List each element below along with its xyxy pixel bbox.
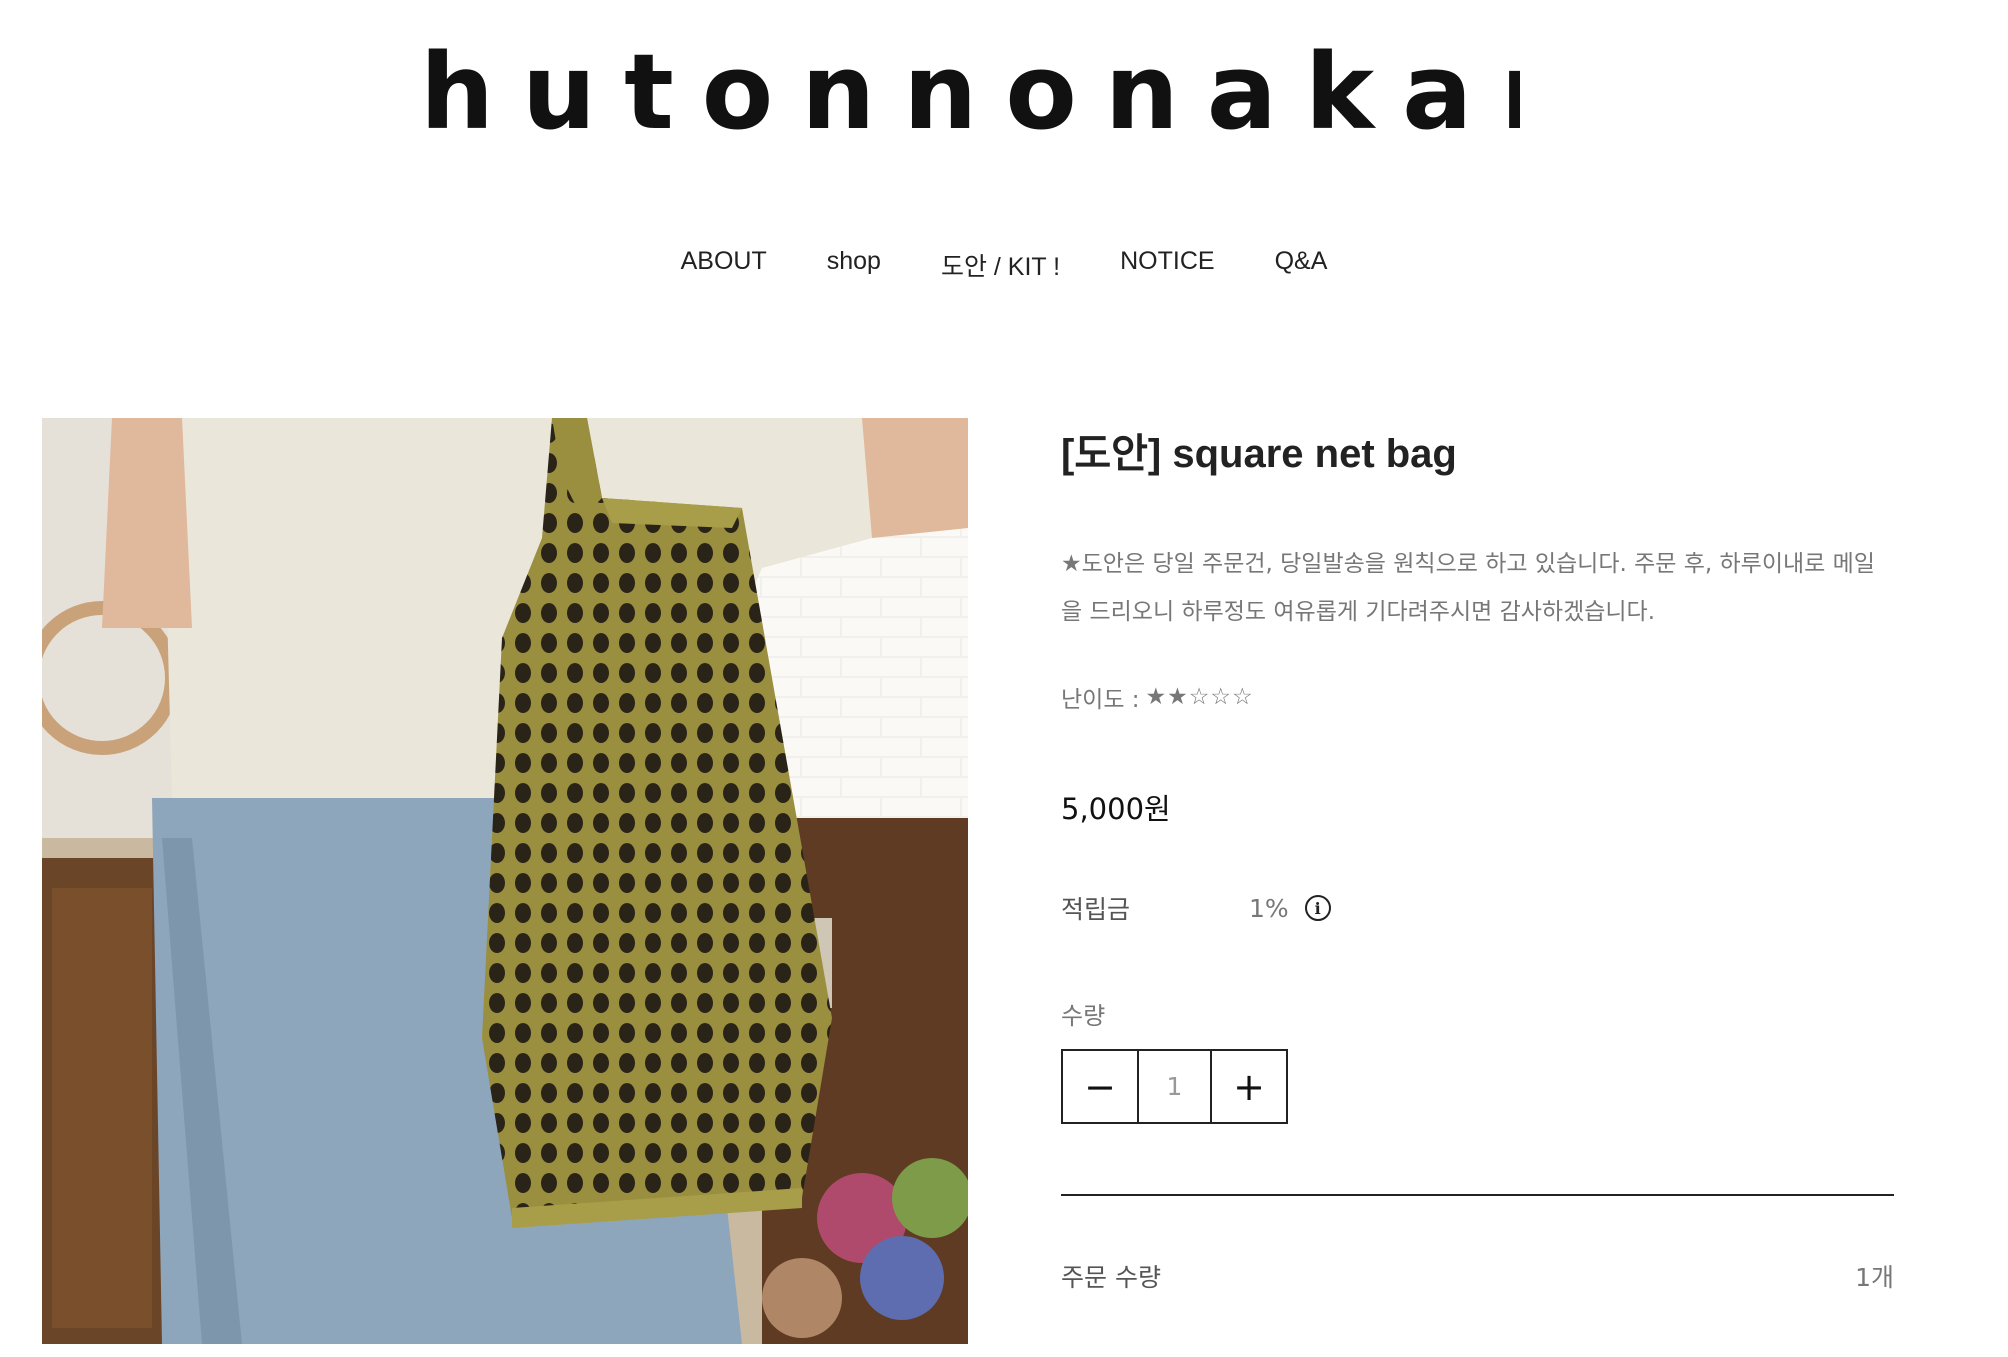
points-value: 1%	[1249, 893, 1289, 923]
quantity-input[interactable]: 1	[1137, 1051, 1212, 1122]
difficulty-label: 난이도 :	[1061, 687, 1140, 713]
nav-item-qna[interactable]: Q&A	[1245, 247, 1358, 283]
product-image[interactable]	[42, 418, 968, 1344]
nav-item-pattern-kit[interactable]: 도안 / KIT !	[911, 247, 1090, 283]
product-price: 5,000원	[1061, 792, 1171, 826]
points-row: 적립금 1% i	[1061, 890, 1894, 926]
divider	[1061, 1194, 1894, 1196]
brand-logo-text: hutonnonakanineko	[420, 40, 1520, 150]
order-quantity-row: 주문 수량 1개	[1061, 1258, 1894, 1294]
nav-item-shop[interactable]: shop	[797, 247, 911, 283]
product-photo-icon	[42, 418, 968, 1344]
points-label: 적립금	[1061, 895, 1131, 924]
quantity-stepper: − 1 +	[1061, 1049, 1288, 1124]
star-rating-icon: ★★☆☆☆	[1145, 684, 1254, 710]
decrease-quantity-button[interactable]: −	[1063, 1051, 1137, 1122]
quantity-label: 수량	[1061, 1002, 1106, 1030]
product-info: [도안] square net bag ★도안은 당일 주문건, 당일발송을 원…	[1061, 430, 1894, 1294]
main-nav: ABOUT shop 도안 / KIT ! NOTICE Q&A	[0, 247, 2008, 283]
nav-item-notice[interactable]: NOTICE	[1090, 247, 1244, 283]
shipping-notice: ★도안은 당일 주문건, 당일발송을 원칙으로 하고 있습니다. 주문 후, 하…	[1061, 551, 1875, 625]
info-icon[interactable]: i	[1304, 895, 1331, 921]
brand-logo[interactable]: hutonnonakanineko	[420, 31, 2008, 153]
nav-item-about[interactable]: ABOUT	[651, 247, 797, 283]
order-quantity-label: 주문 수량	[1061, 1263, 1161, 1292]
difficulty-rating: 난이도 : ★★☆☆☆	[1061, 680, 1894, 714]
product-title: [도안] square net bag	[1061, 432, 1457, 476]
order-quantity-value: 1개	[1855, 1263, 1894, 1292]
increase-quantity-button[interactable]: +	[1212, 1051, 1286, 1122]
